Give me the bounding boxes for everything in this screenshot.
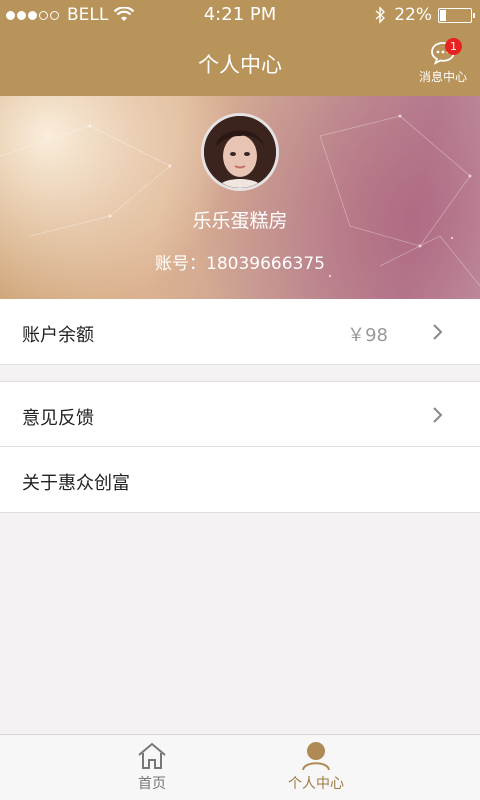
about-label: 关于惠众创富 (22, 473, 130, 494)
home-icon (138, 742, 166, 769)
chevron-right-icon (433, 324, 443, 340)
person-icon (302, 742, 330, 771)
username: 乐乐蛋糕房 (192, 210, 288, 232)
message-center-label: 消息中心 (418, 70, 467, 84)
profile-header: 乐乐蛋糕房 账号：18039666375 (0, 96, 480, 299)
account-balance-row[interactable]: 账户余额 ￥98 (0, 299, 480, 365)
avatar[interactable] (201, 113, 279, 191)
status-bar: BELL 4:21 PM 22% (0, 0, 480, 30)
battery-icon (438, 7, 475, 23)
tab-profile-label: 个人中心 (288, 776, 344, 792)
battery-percent: 22% (394, 5, 432, 25)
account-balance-value: ￥98 (347, 325, 388, 346)
feedback-label: 意见反馈 (22, 408, 94, 429)
bluetooth-icon (375, 6, 386, 24)
avatar-photo (204, 116, 276, 188)
account-number: 账号：18039666375 (155, 254, 325, 274)
message-center-button[interactable]: 1 消息中心 (418, 38, 468, 85)
message-badge: 1 (445, 38, 462, 55)
about-row[interactable]: 关于惠众创富 (0, 447, 480, 513)
tab-home-label: 首页 (138, 776, 166, 792)
chevron-right-icon (433, 407, 443, 423)
tab-profile[interactable]: 个人中心 (256, 735, 376, 800)
feedback-row[interactable]: 意见反馈 (0, 381, 480, 447)
page-title: 个人中心 (198, 53, 282, 77)
tab-bar: 首页 个人中心 (0, 734, 480, 800)
tab-home[interactable]: 首页 (92, 735, 212, 800)
nav-bar: 个人中心 1 消息中心 (0, 30, 480, 96)
account-balance-label: 账户余额 (22, 325, 94, 346)
